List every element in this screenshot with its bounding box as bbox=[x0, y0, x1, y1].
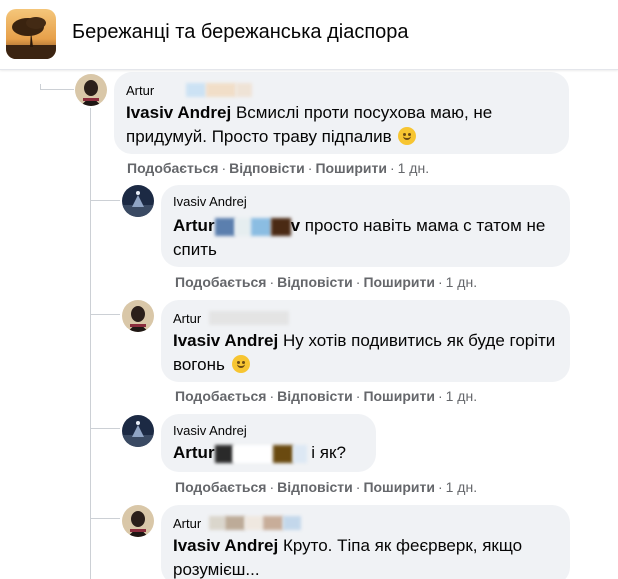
comment-text: Artur і як? bbox=[173, 443, 346, 463]
group-header: Бережанці та бережанська діаспора bbox=[0, 0, 618, 70]
like-button[interactable]: Подобається bbox=[175, 274, 266, 290]
mention-link[interactable]: Artur bbox=[173, 443, 215, 462]
comment-actions: Подобається · Відповісти · Поширити · 1 дн. bbox=[127, 160, 430, 176]
redacted-name-blur bbox=[235, 83, 252, 97]
thread-line bbox=[90, 314, 120, 315]
thread-line bbox=[90, 200, 120, 201]
redacted-name-blur bbox=[208, 516, 225, 530]
reply-button[interactable]: Відповісти bbox=[277, 274, 353, 290]
comment-actions: Подобається · Відповісти · Поширити · 1 дн. bbox=[175, 388, 478, 404]
redacted-name-blur bbox=[244, 516, 263, 530]
comment-bubble: Artur Ivasiv Andrej Круто. Тіпа як феєрв… bbox=[161, 505, 570, 579]
comment-text: Ivasiv Andrej Круто. Тіпа як феєрверк, я… bbox=[173, 536, 523, 579]
thread-line bbox=[90, 108, 91, 579]
comment-bubble: Ivasiv Andrej Artur і як? bbox=[161, 414, 376, 472]
redacted-name-blur bbox=[262, 516, 283, 530]
redacted-name-blur bbox=[185, 83, 206, 97]
comment-text: Artur v просто навіть мама с татом не спи… bbox=[173, 216, 546, 259]
comment-text: Ivasiv Andrej Ну хотів подивитись як буд… bbox=[173, 331, 556, 374]
share-button[interactable]: Поширити bbox=[363, 274, 435, 290]
comment-time[interactable]: 1 дн. bbox=[446, 479, 477, 495]
mention-link[interactable]: Ivasiv Andrej bbox=[173, 331, 278, 350]
like-button[interactable]: Подобається bbox=[127, 160, 218, 176]
avatar[interactable] bbox=[122, 185, 154, 217]
mention-link[interactable]: Ivasiv Andrej bbox=[126, 103, 231, 122]
comment-time[interactable]: 1 дн. bbox=[398, 160, 429, 176]
share-button[interactable]: Поширити bbox=[315, 160, 387, 176]
smirk-emoji-icon bbox=[398, 127, 417, 145]
redacted-name-blur bbox=[205, 83, 236, 97]
comment-time[interactable]: 1 дн. bbox=[446, 274, 477, 290]
comment-author[interactable]: Artur bbox=[126, 83, 154, 98]
redacted-name-blur bbox=[272, 444, 293, 463]
mention-link[interactable]: Ivasiv Andrej bbox=[173, 536, 278, 555]
thread-line bbox=[90, 518, 120, 519]
group-photo-icon[interactable] bbox=[6, 9, 56, 59]
comment-author[interactable]: Ivasiv Andrej bbox=[173, 194, 247, 209]
thread-line bbox=[40, 89, 74, 90]
smile-emoji-icon bbox=[231, 355, 250, 373]
comment-bubble: Artur Ivasiv Andrej Всмислі проти посухо… bbox=[114, 72, 569, 154]
redacted-name-blur bbox=[292, 444, 307, 463]
share-button[interactable]: Поширити bbox=[363, 388, 435, 404]
avatar[interactable] bbox=[122, 300, 154, 332]
thread-line bbox=[90, 428, 120, 429]
redacted-name-blur bbox=[270, 217, 291, 236]
comment-text: Ivasiv Andrej Всмислі проти посухова маю… bbox=[126, 103, 493, 146]
share-button[interactable]: Поширити bbox=[363, 479, 435, 495]
comment-author[interactable]: Ivasiv Andrej bbox=[173, 423, 247, 438]
like-button[interactable]: Подобається bbox=[175, 388, 266, 404]
comment-actions: Подобається · Відповісти · Поширити · 1 дн. bbox=[175, 479, 478, 495]
redacted-name-blur bbox=[224, 516, 245, 530]
comment-actions: Подобається · Відповісти · Поширити · 1 дн. bbox=[175, 274, 478, 290]
comment-time[interactable]: 1 дн. bbox=[446, 388, 477, 404]
redacted-name-blur bbox=[214, 217, 235, 236]
reply-button[interactable]: Відповісти bbox=[229, 160, 305, 176]
comment-author[interactable]: Artur bbox=[173, 516, 201, 531]
redacted-name-blur bbox=[208, 311, 289, 325]
comment-author[interactable]: Artur bbox=[173, 311, 201, 326]
redacted-name-blur bbox=[214, 444, 233, 463]
comment-bubble: Artur Ivasiv Andrej Ну хотів подивитись … bbox=[161, 300, 570, 382]
mention-link[interactable]: v bbox=[291, 216, 300, 235]
comment-bubble: Ivasiv Andrej Artur v просто навіть мама … bbox=[161, 185, 570, 267]
reply-button[interactable]: Відповісти bbox=[277, 479, 353, 495]
redacted-name-blur bbox=[282, 516, 301, 530]
avatar[interactable] bbox=[122, 505, 154, 537]
redacted-name-blur bbox=[234, 217, 251, 236]
avatar[interactable] bbox=[75, 74, 107, 106]
reply-button[interactable]: Відповісти bbox=[277, 388, 353, 404]
redacted-name-blur bbox=[250, 217, 271, 236]
like-button[interactable]: Подобається bbox=[175, 479, 266, 495]
mention-link[interactable]: Artur bbox=[173, 216, 215, 235]
redacted-name-blur bbox=[232, 444, 273, 463]
group-title[interactable]: Бережанці та бережанська діаспора bbox=[72, 21, 409, 44]
avatar[interactable] bbox=[122, 415, 154, 447]
